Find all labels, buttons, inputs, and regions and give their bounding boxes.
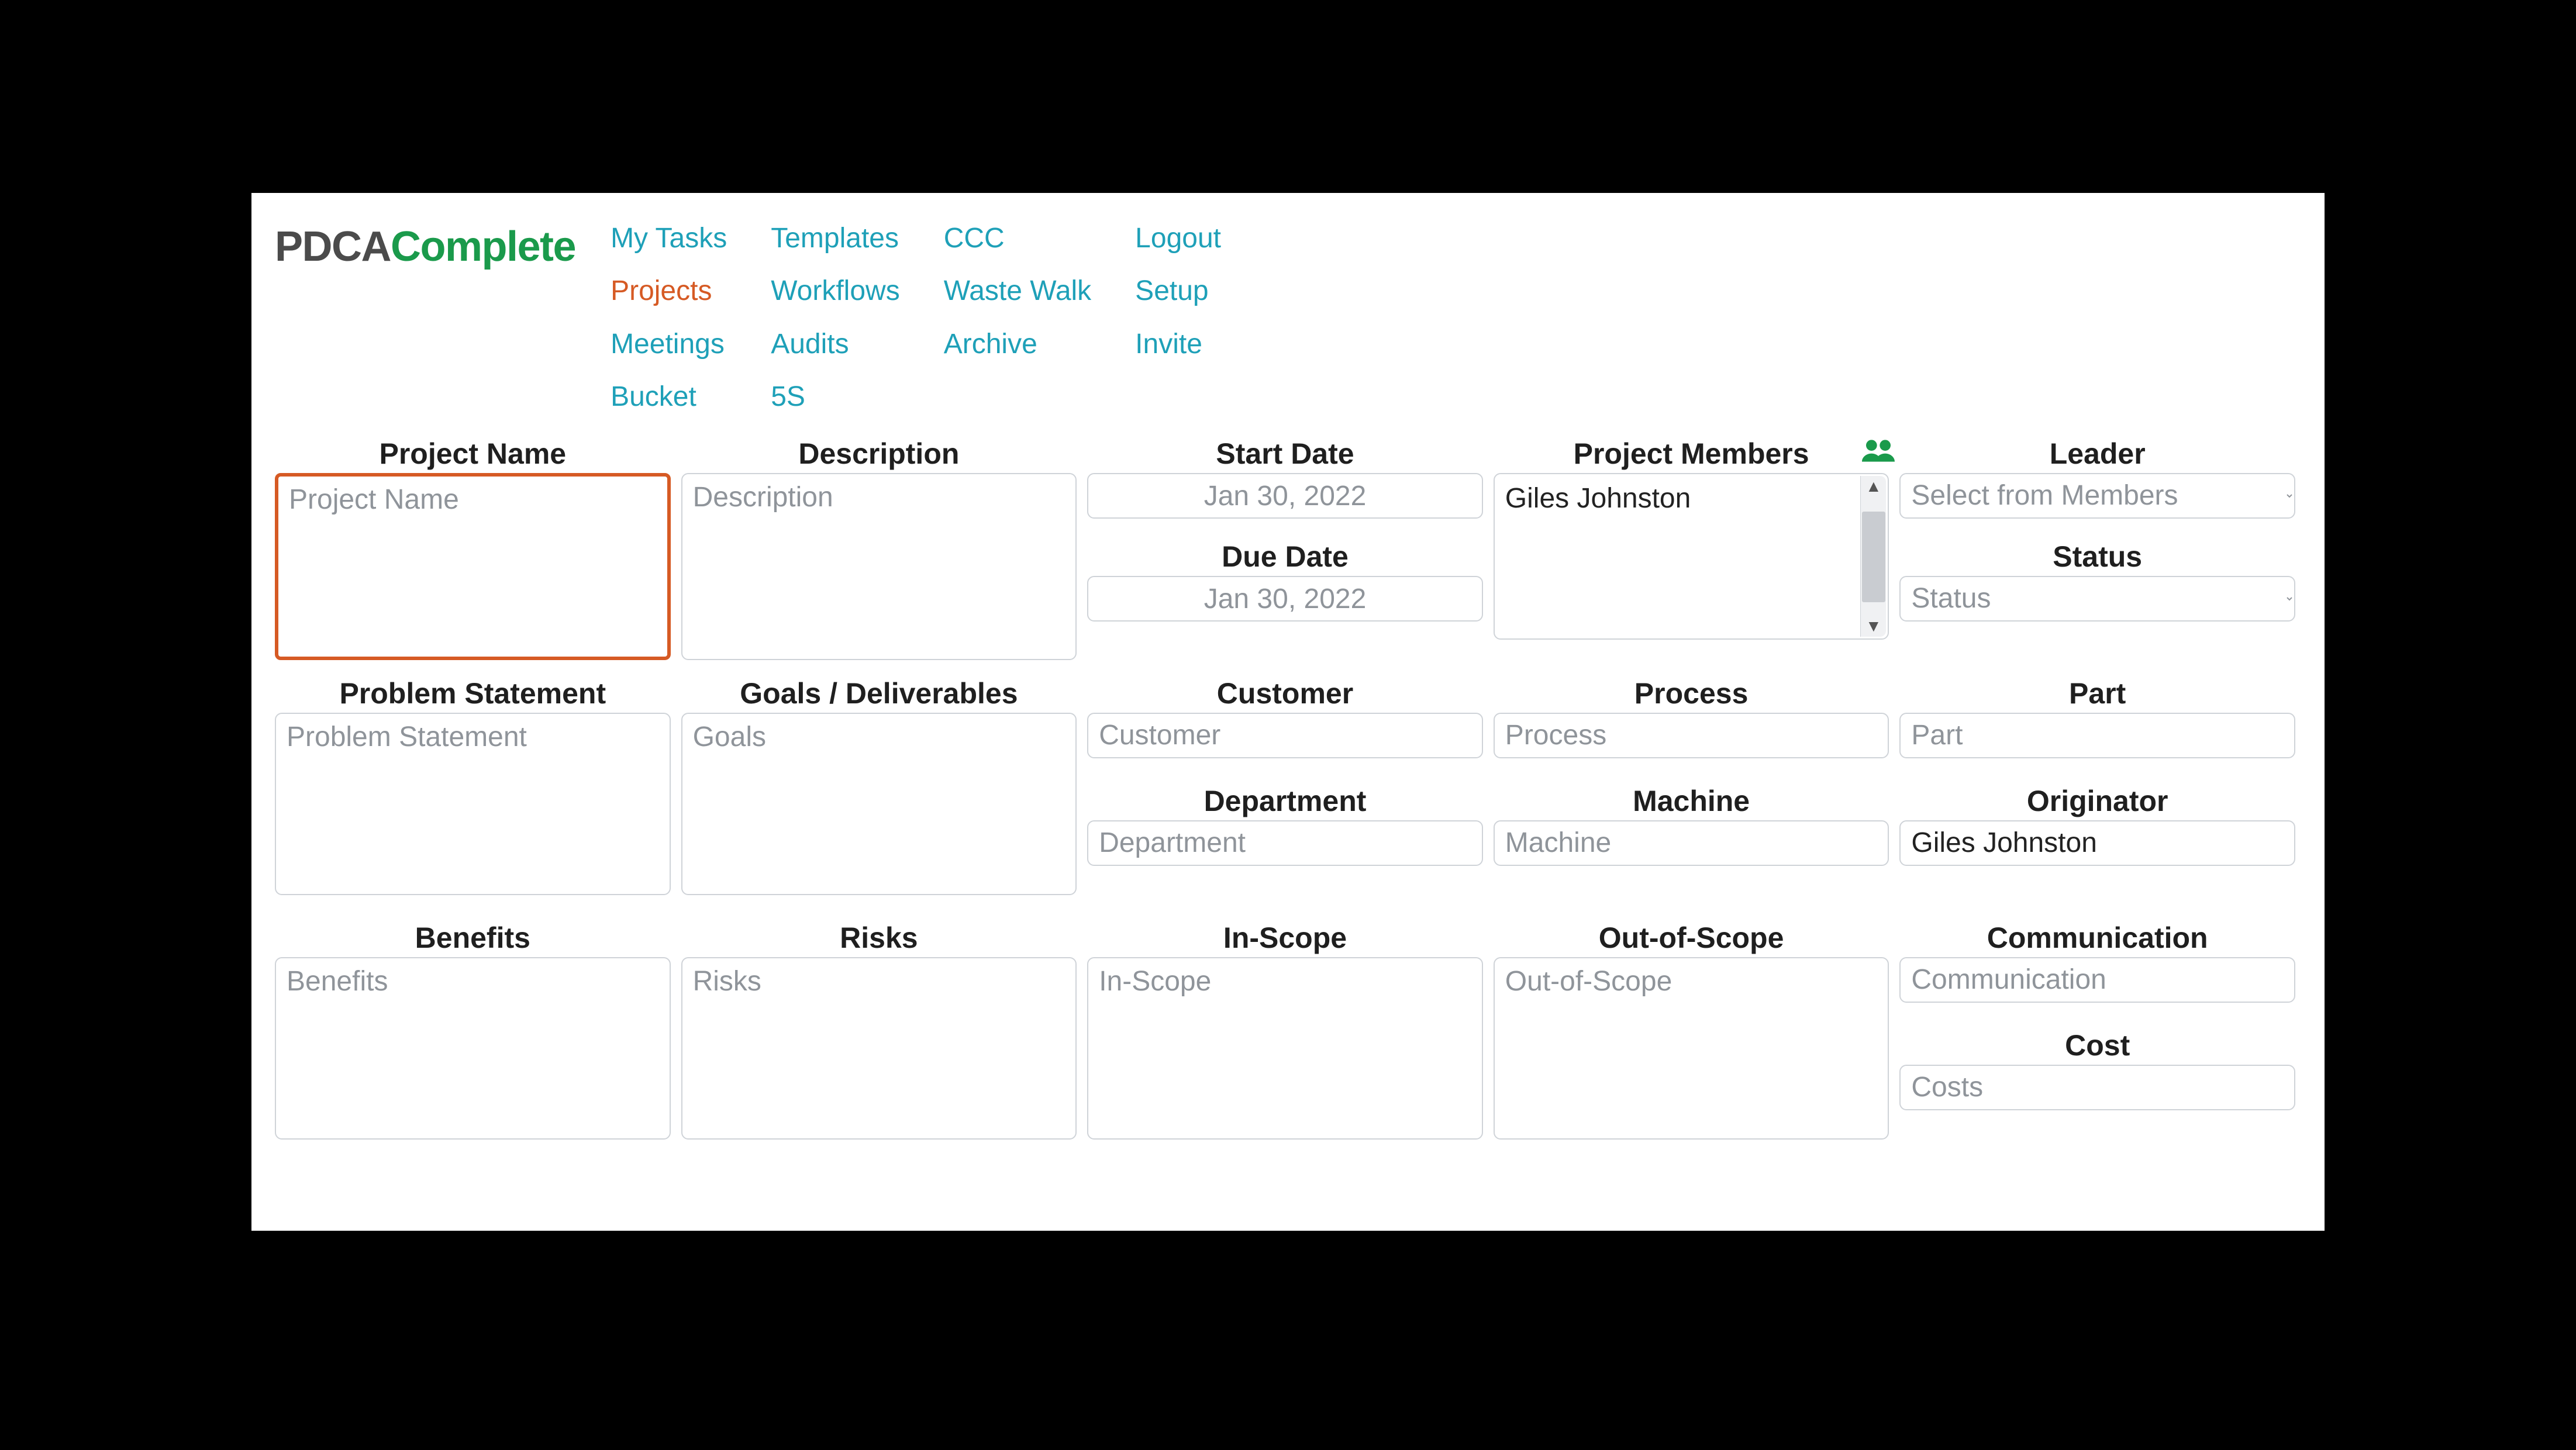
label-benefits: Benefits [275,919,671,957]
nav-col-2: Templates Workflows Audits 5S [771,212,899,424]
header: PDCAComplete My Tasks Projects Meetings … [275,208,2295,424]
label-originator: Originator [1899,782,2295,820]
nav-workflows[interactable]: Workflows [771,265,899,317]
nav-templates[interactable]: Templates [771,212,899,265]
goals-input[interactable] [681,713,1077,895]
app-window: PDCAComplete My Tasks Projects Meetings … [251,193,2325,1231]
out-of-scope-input[interactable] [1494,957,1889,1140]
logo-text-complete: Complete [391,223,575,270]
label-start-date: Start Date [1087,434,1483,473]
nav-archive[interactable]: Archive [944,318,1091,371]
label-machine: Machine [1494,782,1889,820]
department-input[interactable] [1087,820,1483,866]
scroll-down-icon[interactable]: ▼ [1865,618,1882,634]
process-input[interactable] [1494,713,1889,758]
label-project-members: Project Members [1494,434,1889,473]
label-problem-statement: Problem Statement [275,674,671,713]
start-date-input[interactable]: Jan 30, 2022 [1087,473,1483,519]
label-cost: Cost [1899,1026,2295,1065]
scroll-thumb[interactable] [1862,512,1885,602]
label-part: Part [1899,674,2295,713]
problem-statement-input[interactable] [275,713,671,895]
label-customer: Customer [1087,674,1483,713]
status-select[interactable]: Status [1899,576,2295,622]
risks-input[interactable] [681,957,1077,1140]
machine-input[interactable] [1494,820,1889,866]
label-due-date: Due Date [1087,537,1483,576]
app-logo: PDCAComplete [275,208,575,270]
label-status: Status [1899,537,2295,576]
nav-col-1: My Tasks Projects Meetings Bucket [611,212,727,424]
originator-input[interactable] [1899,820,2295,866]
nav-my-tasks[interactable]: My Tasks [611,212,727,265]
description-input[interactable] [681,473,1077,660]
nav-col-4: Logout Setup Invite [1135,212,1221,424]
nav-projects[interactable]: Projects [611,265,727,317]
project-name-input[interactable] [275,473,671,660]
label-project-name: Project Name [275,434,671,473]
label-communication: Communication [1899,919,2295,957]
nav-invite[interactable]: Invite [1135,318,1221,371]
nav-waste-walk[interactable]: Waste Walk [944,265,1091,317]
label-out-of-scope: Out-of-Scope [1494,919,1889,957]
nav-meetings[interactable]: Meetings [611,318,727,371]
cost-input[interactable] [1899,1065,2295,1110]
members-scrollbar[interactable]: ▲ ▼ [1860,476,1886,637]
label-project-members-text: Project Members [1574,437,1809,471]
customer-input[interactable] [1087,713,1483,758]
nav-audits[interactable]: Audits [771,318,899,371]
in-scope-input[interactable] [1087,957,1483,1140]
label-goals: Goals / Deliverables [681,674,1077,713]
benefits-input[interactable] [275,957,671,1140]
project-form: Project Name Description Start Date Proj… [275,434,2295,1140]
label-process: Process [1494,674,1889,713]
nav-col-3: CCC Waste Walk Archive [944,212,1091,424]
due-date-input[interactable]: Jan 30, 2022 [1087,576,1483,622]
label-in-scope: In-Scope [1087,919,1483,957]
label-description: Description [681,434,1077,473]
part-input[interactable] [1899,713,2295,758]
label-department: Department [1087,782,1483,820]
nav-5s[interactable]: 5S [771,371,899,423]
leader-select[interactable]: Select from Members [1899,473,2295,519]
label-leader: Leader [1899,434,2295,473]
main-nav: My Tasks Projects Meetings Bucket Templa… [611,208,1221,424]
nav-setup[interactable]: Setup [1135,265,1221,317]
logo-text-pdca: PDCA [275,223,391,270]
nav-logout[interactable]: Logout [1135,212,1221,265]
project-members-listbox[interactable]: Giles Johnston ▲ ▼ [1494,473,1889,640]
label-risks: Risks [681,919,1077,957]
communication-input[interactable] [1899,957,2295,1003]
people-icon[interactable] [1862,437,1895,471]
scroll-up-icon[interactable]: ▲ [1865,478,1882,495]
nav-ccc[interactable]: CCC [944,212,1091,265]
project-member-item[interactable]: Giles Johnston [1505,483,1691,514]
nav-bucket[interactable]: Bucket [611,371,727,423]
